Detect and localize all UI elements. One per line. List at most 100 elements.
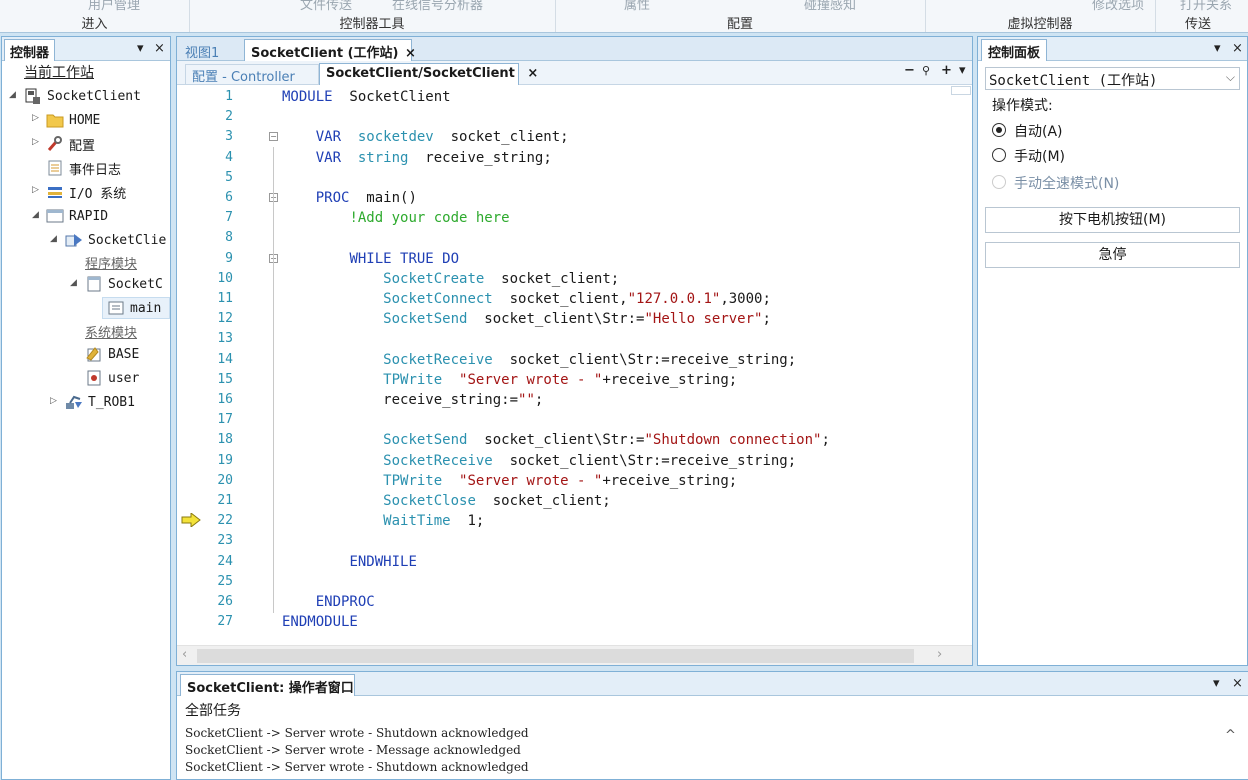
collapse-triangle-icon[interactable]: ◢ [9, 90, 16, 100]
close-icon[interactable]: × [1232, 676, 1243, 691]
code-line[interactable]: SocketReceive socket_client\Str:=receive… [282, 350, 796, 370]
zoom-search-icon[interactable]: ⚲ [922, 64, 930, 77]
scroll-up-icon[interactable]: ^ [1225, 728, 1236, 743]
expand-triangle-icon[interactable]: ▷ [32, 185, 39, 195]
mode-manual-full-speed-radio[interactable]: 手动全速模式(N) [992, 173, 1212, 193]
expand-triangle-icon[interactable]: ▷ [32, 137, 39, 147]
tree-item-rapid[interactable]: RAPID [46, 205, 108, 227]
tab-socketclient-station[interactable]: SocketClient (工作站) × [244, 39, 416, 61]
tree-item-task[interactable]: SocketClie [65, 229, 166, 251]
tree-item-module[interactable]: SocketC [85, 273, 163, 295]
token-text: socket_client\Str:=receive_string; [492, 351, 797, 368]
token-ty: string [357, 149, 409, 166]
code-line[interactable]: VAR socketdev socket_client; [282, 127, 569, 147]
tab-socketclient-module[interactable]: SocketClient/SocketClient × [319, 63, 538, 85]
token-kw: ENDWHILE [349, 553, 417, 570]
code-line[interactable]: WHILE TRUE DO [282, 249, 459, 269]
code-line[interactable]: SocketClose socket_client; [282, 491, 611, 511]
scroll-right-icon[interactable]: › [937, 647, 942, 662]
code-line[interactable]: SocketReceive socket_client\Str:=receive… [282, 451, 796, 471]
code-line[interactable]: ENDPROC [282, 592, 375, 612]
expand-triangle-icon[interactable]: ▷ [50, 396, 57, 406]
code-line[interactable]: PROC main() [282, 188, 417, 208]
code-line[interactable]: VAR string receive_string; [282, 148, 552, 168]
tools-icon [46, 136, 64, 152]
close-icon[interactable]: × [154, 41, 165, 56]
tree-item-program-modules[interactable]: 程序模块 [85, 251, 137, 273]
line-number: 13 [217, 331, 233, 347]
tree-item-io-system[interactable]: I/O 系统 [46, 181, 126, 203]
tree-item-robot[interactable]: T_ROB1 [65, 391, 135, 413]
code-line[interactable]: TPWrite "Server wrote - "+receive_string… [282, 370, 737, 390]
ribbon-signal-analyzer[interactable]: 在线信号分析器 [392, 0, 483, 13]
scrollbar-thumb[interactable] [197, 649, 914, 663]
close-icon[interactable]: × [405, 46, 416, 61]
token-str: "Server wrote - " [459, 371, 603, 388]
token-text: ; [534, 392, 544, 408]
tree-label: 系统模块 [85, 325, 138, 341]
operator-window-tab[interactable]: SocketClient: 操作者窗口 [180, 674, 355, 696]
code-line[interactable]: ENDWHILE [282, 552, 417, 572]
code-line[interactable]: ENDMODULE [282, 612, 358, 632]
code-line[interactable]: TPWrite "Server wrote - "+receive_string… [282, 471, 737, 491]
code-line[interactable]: WaitTime 1; [282, 511, 484, 531]
mode-auto-radio[interactable]: 自动(A) [992, 121, 1192, 141]
tree-label: 当前工作站 [24, 65, 94, 81]
controller-tree: 当前工作站 ◢ SocketClient ▷ HOME ▷ 配置 事件日志 ▷ … [2, 61, 170, 761]
tree-item-current-station[interactable]: 当前工作站 [24, 61, 94, 83]
ribbon-open-relation[interactable]: 打开关系 [1180, 0, 1232, 13]
ribbon-user-management[interactable]: 用户管理 [88, 0, 140, 13]
line-number: 15 [217, 371, 233, 387]
expand-triangle-icon[interactable]: ▷ [32, 113, 39, 123]
mode-manual-radio[interactable]: 手动(M) [992, 146, 1192, 166]
code-line[interactable]: receive_string:=""; [282, 390, 543, 410]
close-icon[interactable]: × [1232, 41, 1243, 56]
code-line[interactable]: SocketCreate socket_client; [282, 269, 619, 289]
code-line[interactable]: SocketConnect socket_client,"127.0.0.1",… [282, 289, 771, 309]
tree-label: 程序模块 [85, 256, 138, 272]
motors-on-button[interactable]: 按下电机按钮(M) [985, 207, 1240, 233]
control-panel: 控制面板 ▾ × SocketClient (工作站) ⌵ 操作模式: 自动(A… [977, 36, 1248, 666]
zoom-in-icon[interactable]: + [941, 63, 952, 78]
close-icon[interactable]: × [527, 66, 538, 81]
control-panel-tab[interactable]: 控制面板 [981, 39, 1048, 61]
tree-item-configuration[interactable]: 配置 [46, 133, 95, 155]
tree-item-event-log[interactable]: 事件日志 [46, 157, 121, 179]
pin-dropdown-icon[interactable]: ▾ [1213, 676, 1220, 691]
tree-item-base[interactable]: BASE [85, 343, 139, 365]
fold-toggle-icon[interactable]: − [269, 132, 278, 142]
tab-config-controller[interactable]: 配置 - Controller [185, 64, 319, 85]
scroll-left-icon[interactable]: ‹ [182, 647, 187, 662]
zoom-out-icon[interactable]: − [904, 63, 915, 78]
tree-item-controller[interactable]: SocketClient [24, 85, 141, 107]
ribbon-properties[interactable]: 属性 [624, 0, 650, 13]
code-line[interactable]: !Add your code here [282, 208, 509, 228]
collapse-triangle-icon[interactable]: ◢ [50, 234, 57, 244]
tree-item-routine-main[interactable]: main [102, 297, 170, 319]
folder-icon [46, 112, 64, 128]
ribbon-collision-sensing[interactable]: 碰撞感知 [804, 0, 856, 13]
ribbon-modify-options[interactable]: 修改选项 [1092, 0, 1144, 13]
code-line[interactable]: SocketSend socket_client\Str:="Shutdown … [282, 430, 830, 450]
code-line[interactable]: MODULE SocketClient [282, 87, 451, 107]
collapse-triangle-icon[interactable]: ◢ [32, 210, 39, 220]
horizontal-scrollbar[interactable]: ‹ › [177, 645, 972, 665]
task-filter[interactable]: 全部任务 [185, 700, 241, 720]
pin-dropdown-icon[interactable]: ▾ [137, 41, 144, 56]
overflow-dropdown-icon[interactable]: ▾ [959, 63, 966, 78]
controller-select[interactable]: SocketClient (工作站) ⌵ [985, 67, 1240, 90]
line-number: 14 [217, 351, 233, 367]
output-line: SocketClient -> Server wrote - Shutdown … [185, 726, 529, 740]
collapse-triangle-icon[interactable]: ◢ [70, 278, 77, 288]
tree-item-system-modules[interactable]: 系统模块 [85, 320, 137, 342]
tab-view1[interactable]: 视图1 [179, 41, 225, 61]
tree-item-user[interactable]: user [85, 367, 139, 389]
code-line[interactable]: SocketSend socket_client\Str:="Hello ser… [282, 309, 771, 329]
pin-dropdown-icon[interactable]: ▾ [1214, 41, 1221, 56]
ribbon-file-transfer[interactable]: 文件传送 [300, 0, 352, 13]
tree-item-home[interactable]: HOME [46, 109, 100, 131]
emergency-stop-button[interactable]: 急停 [985, 242, 1240, 268]
controller-panel-tab[interactable]: 控制器 [4, 39, 56, 61]
code-editor[interactable]: 1 MODULE SocketClient 2 3− VAR socketdev so… [177, 87, 972, 645]
